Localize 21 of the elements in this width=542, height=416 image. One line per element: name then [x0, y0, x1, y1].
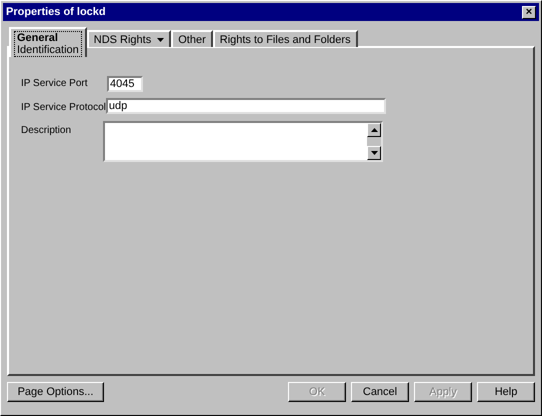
up-arrow-icon — [370, 127, 378, 133]
field-label: Description — [21, 124, 72, 138]
scroll-up-button[interactable] — [367, 123, 381, 137]
field-label: IP Service Port — [21, 77, 89, 91]
port-input-field[interactable]: 4045 — [107, 76, 143, 92]
field-label: IP Service Protocol — [21, 101, 106, 115]
tab[interactable]: Other — [171, 30, 213, 47]
tab[interactable]: NDS Rights — [86, 30, 172, 47]
close-button[interactable]: × — [522, 6, 536, 18]
down-arrow-icon — [370, 150, 378, 156]
description-text-area[interactable] — [103, 121, 383, 162]
dropdown-arrow-icon — [157, 38, 164, 42]
window-title: Properties of lockd — [6, 4, 106, 20]
tab[interactable]: Rights to Files and Folders — [212, 30, 358, 47]
dialog-button[interactable]: Cancel — [351, 382, 409, 402]
scroll-down-button[interactable] — [367, 146, 381, 160]
scrollbar[interactable] — [367, 123, 381, 160]
protocol-input-field[interactable]: udp — [106, 98, 386, 114]
tab[interactable]: General Identification — [9, 27, 87, 57]
dialog-button[interactable]: Page Options... — [7, 382, 104, 402]
dialog-button[interactable]: Help — [477, 382, 535, 402]
